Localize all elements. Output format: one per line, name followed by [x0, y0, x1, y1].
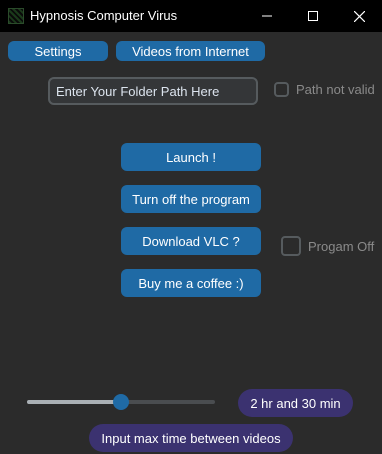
path-valid-label: Path not valid	[296, 82, 375, 97]
max-time-slider[interactable]	[27, 394, 215, 410]
app-icon	[8, 8, 24, 24]
time-value-display: 2 hr and 30 min	[238, 389, 353, 417]
title-bar: Hypnosis Computer Virus	[0, 0, 382, 32]
path-valid-checkbox[interactable]: Path not valid	[274, 82, 375, 97]
minimize-icon	[262, 15, 272, 17]
minimize-button[interactable]	[244, 0, 290, 32]
program-off-checkbox-box	[281, 236, 301, 256]
maximize-icon	[308, 11, 318, 21]
folder-path-input[interactable]: Enter Your Folder Path Here	[48, 77, 258, 105]
path-valid-checkbox-box	[274, 82, 289, 97]
folder-path-placeholder: Enter Your Folder Path Here	[56, 83, 220, 99]
launch-button[interactable]: Launch !	[121, 143, 261, 171]
close-button[interactable]	[336, 0, 382, 32]
window-title: Hypnosis Computer Virus	[30, 8, 178, 23]
slider-fill	[27, 400, 121, 404]
turn-off-button[interactable]: Turn off the program	[121, 185, 261, 213]
program-off-label: Progam Off	[308, 238, 375, 254]
close-icon	[353, 10, 365, 22]
maximize-button[interactable]	[290, 0, 336, 32]
slider-knob[interactable]	[113, 394, 129, 410]
settings-button[interactable]: Settings	[8, 41, 108, 61]
buy-coffee-button[interactable]: Buy me a coffee :)	[121, 269, 261, 297]
max-time-caption: Input max time between videos	[89, 424, 293, 452]
download-vlc-button[interactable]: Download VLC ?	[121, 227, 261, 255]
program-off-checkbox[interactable]: Progam Off	[281, 236, 374, 256]
videos-from-internet-button[interactable]: Videos from Internet	[116, 41, 265, 61]
